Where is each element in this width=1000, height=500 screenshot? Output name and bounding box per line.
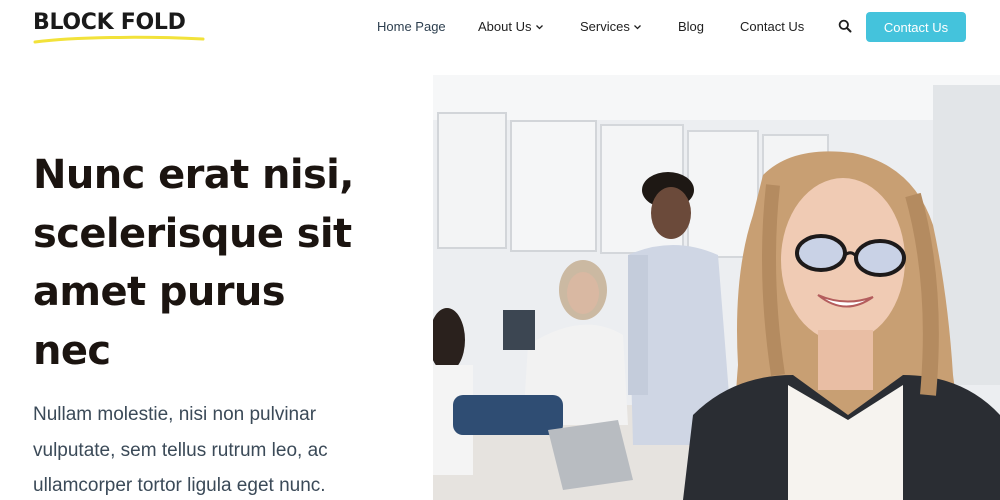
- nav-item-label: About Us: [478, 19, 532, 34]
- chevron-down-icon[interactable]: [536, 25, 543, 30]
- hero-title-line: amet purus: [33, 269, 286, 315]
- page: BLOCK FOLD Home Page About Us Services B…: [0, 0, 1000, 500]
- nav-item-label: Contact Us: [740, 19, 805, 34]
- search-icon[interactable]: [838, 19, 852, 33]
- nav-item-label: Home Page: [377, 19, 446, 34]
- chevron-down-icon[interactable]: [634, 25, 641, 30]
- hero-title: Nunc erat nisi, scelerisque sit amet pur…: [33, 146, 413, 380]
- nav-item-label: Services: [580, 19, 630, 34]
- hero-text-line: ullamcorper tortor ligula eget nunc.: [33, 475, 326, 496]
- nav-item-blog[interactable]: Blog: [678, 19, 704, 35]
- site-header: BLOCK FOLD Home Page About Us Services B…: [0, 0, 1000, 56]
- hero-title-line: nec: [33, 327, 111, 374]
- hero-text-line: Nullam molestie, nisi non pulvinar: [33, 404, 317, 425]
- nav-item-label: Blog: [678, 19, 705, 34]
- nav-item-contact-us[interactable]: Contact Us: [740, 19, 804, 35]
- nav-item-home-page[interactable]: Home Page: [377, 19, 446, 35]
- contact-us-button[interactable]: Contact Us: [866, 12, 966, 42]
- hero-text-line: vulputate, sem tellus rutrum leo, ac: [33, 439, 328, 461]
- hero-title-line: Nunc erat nisi,: [33, 152, 354, 198]
- nav-item-services[interactable]: Services: [580, 19, 630, 35]
- hero-title-line: scelerisque sit: [33, 210, 352, 257]
- hero-description: Nullam molestie, nisi non pulvinar vulpu…: [33, 397, 393, 500]
- hero-photo: [433, 75, 1000, 500]
- nav-item-about-us[interactable]: About Us: [478, 19, 531, 35]
